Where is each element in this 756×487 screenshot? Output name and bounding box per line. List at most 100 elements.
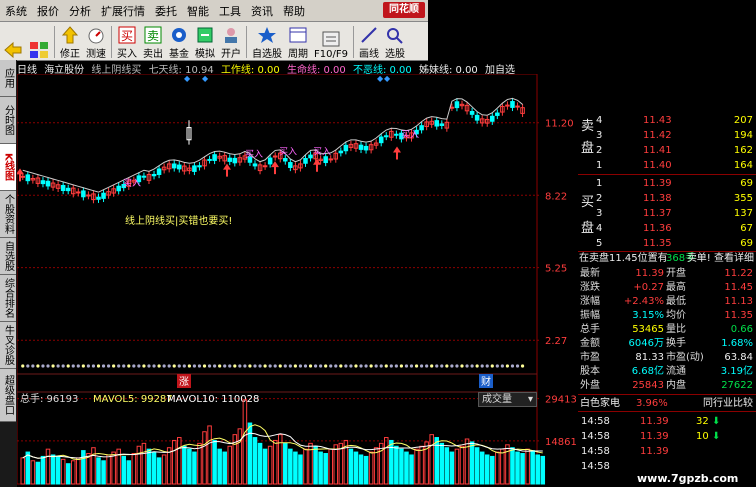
volume-bar (474, 447, 480, 485)
signal-dot (394, 364, 398, 368)
side-tab[interactable]: 分时图 (0, 97, 16, 144)
candle-body (252, 163, 258, 167)
speed-icon (86, 26, 106, 44)
volume-bar (35, 461, 41, 485)
signal-dot (283, 364, 287, 368)
period-button[interactable]: 周期 (285, 24, 311, 60)
favorites-button[interactable]: 自选股 (249, 24, 285, 60)
side-tab[interactable]: 超级盘口 (0, 369, 16, 422)
back-button[interactable] (0, 24, 26, 60)
speed-button[interactable]: 测速 (83, 24, 109, 60)
menu-item[interactable]: 资讯 (246, 3, 278, 19)
candle-body (495, 112, 500, 116)
stat-value: 11.13 (724, 296, 753, 307)
volume-bar (30, 460, 36, 485)
signal-dot (218, 364, 222, 368)
signal-dot (86, 364, 90, 368)
signal-dot (142, 364, 146, 368)
stat-row: 外盘 25843 内盘 27622 (578, 378, 756, 393)
signal-dot (268, 364, 272, 368)
draw-line-icon (359, 26, 379, 44)
sell-order-row: 4 11.43 207 (578, 113, 756, 128)
order-level: 3 (596, 208, 603, 219)
menu-item[interactable]: 系统 (0, 3, 32, 19)
sector-compare-link[interactable]: 同行业比较 (703, 396, 753, 411)
menu-item[interactable]: 扩展行情 (96, 3, 150, 19)
volume-bar (70, 460, 76, 485)
toolbar-button-label: 修正 (60, 49, 80, 60)
kline-chart[interactable]: 11.208.225.252.272941314861买入买入 买入 买入买入线上阴… (17, 74, 578, 487)
order-price: 11.37 (643, 208, 672, 219)
candle-body (116, 185, 121, 192)
volume-bar (419, 445, 424, 485)
signal-dot (430, 364, 434, 368)
order-volume: 194 (733, 130, 753, 141)
volume-bar (207, 425, 212, 485)
signal-dot (515, 364, 520, 368)
side-tab[interactable]: 自选股 (0, 238, 16, 275)
signal-dot (117, 364, 121, 368)
signal-dot (329, 364, 333, 368)
tick-price: 11.39 (640, 431, 669, 442)
stat-value: 63.84 (724, 352, 753, 363)
volume-bars (20, 399, 546, 485)
volume-bar (212, 439, 217, 485)
candle-body (328, 158, 333, 161)
indicator-select[interactable]: 成交量 ▾ (478, 392, 537, 407)
y-tick-label: 8.22 (545, 191, 567, 202)
large-order-link[interactable]: 卖单! 查看详细 (687, 251, 754, 266)
candle-body (338, 150, 344, 154)
sell-button[interactable]: 卖卖出 (140, 24, 166, 60)
open-account-button[interactable]: 开户 (218, 24, 244, 60)
side-tab[interactable]: 牛叉诊股 (0, 322, 16, 369)
buy-button[interactable]: 买买入 (114, 24, 140, 60)
volume-bar (126, 460, 132, 485)
side-tab[interactable]: 综合排名 (0, 275, 16, 322)
volume-bar (262, 448, 268, 485)
signal-dot (293, 364, 297, 368)
fund-button[interactable]: 基金 (166, 24, 192, 60)
candle-body (177, 164, 182, 170)
order-price: 11.40 (643, 160, 672, 171)
menu-item[interactable]: 帮助 (278, 3, 310, 19)
volume-bar (141, 442, 147, 485)
select-stock-button[interactable]: 选股 (382, 24, 408, 60)
signal-dot (273, 364, 277, 368)
menu-item[interactable]: 委托 (150, 3, 182, 19)
arrow-up-button[interactable]: 修正 (57, 24, 83, 60)
candle-body (383, 135, 389, 138)
candle-body (303, 157, 308, 164)
signal-dot (258, 364, 262, 368)
side-tab[interactable]: 个股资料 (0, 191, 16, 238)
fund-icon (169, 26, 189, 44)
sell-order-row: 3 11.42 194 (578, 128, 756, 143)
sector-pct: 3.96% (636, 398, 668, 409)
draw-line-button[interactable]: 画线 (356, 24, 382, 60)
signal-dot (520, 364, 525, 368)
signal-dot (157, 364, 161, 368)
order-volume: 164 (733, 160, 753, 171)
simulate-button[interactable]: 模拟 (192, 24, 218, 60)
signal-dot (399, 364, 404, 368)
menu-item[interactable]: 智能 (182, 3, 214, 19)
volume-bar (146, 448, 152, 485)
signal-dot (51, 364, 55, 368)
menu-item[interactable]: 报价 (32, 3, 64, 19)
volume-bar (429, 434, 434, 485)
side-tab[interactable]: K线图 (0, 144, 16, 191)
menu-item[interactable]: 工具 (214, 3, 246, 19)
stat-label: 总手 (580, 324, 600, 335)
menu-item[interactable]: 分析 (64, 3, 96, 19)
favorites-icon (257, 26, 277, 44)
signal-dot (127, 364, 131, 368)
toolbar-buttons: 修正 测速买买入卖卖出 基金 模拟 开户 自选股 周期 F10/F9 画线 选股 (57, 24, 408, 60)
signal-dot (465, 364, 469, 368)
volume-bar (171, 439, 177, 485)
volume-bar (40, 455, 46, 485)
f10-button[interactable]: F10/F9 (311, 24, 351, 60)
grid-button[interactable] (26, 24, 52, 60)
signal-dot (76, 364, 80, 368)
side-tab[interactable]: 应用 (0, 60, 16, 97)
finance-marker-label: 财 (481, 375, 491, 388)
toolbar-button-label: 测速 (86, 49, 106, 60)
